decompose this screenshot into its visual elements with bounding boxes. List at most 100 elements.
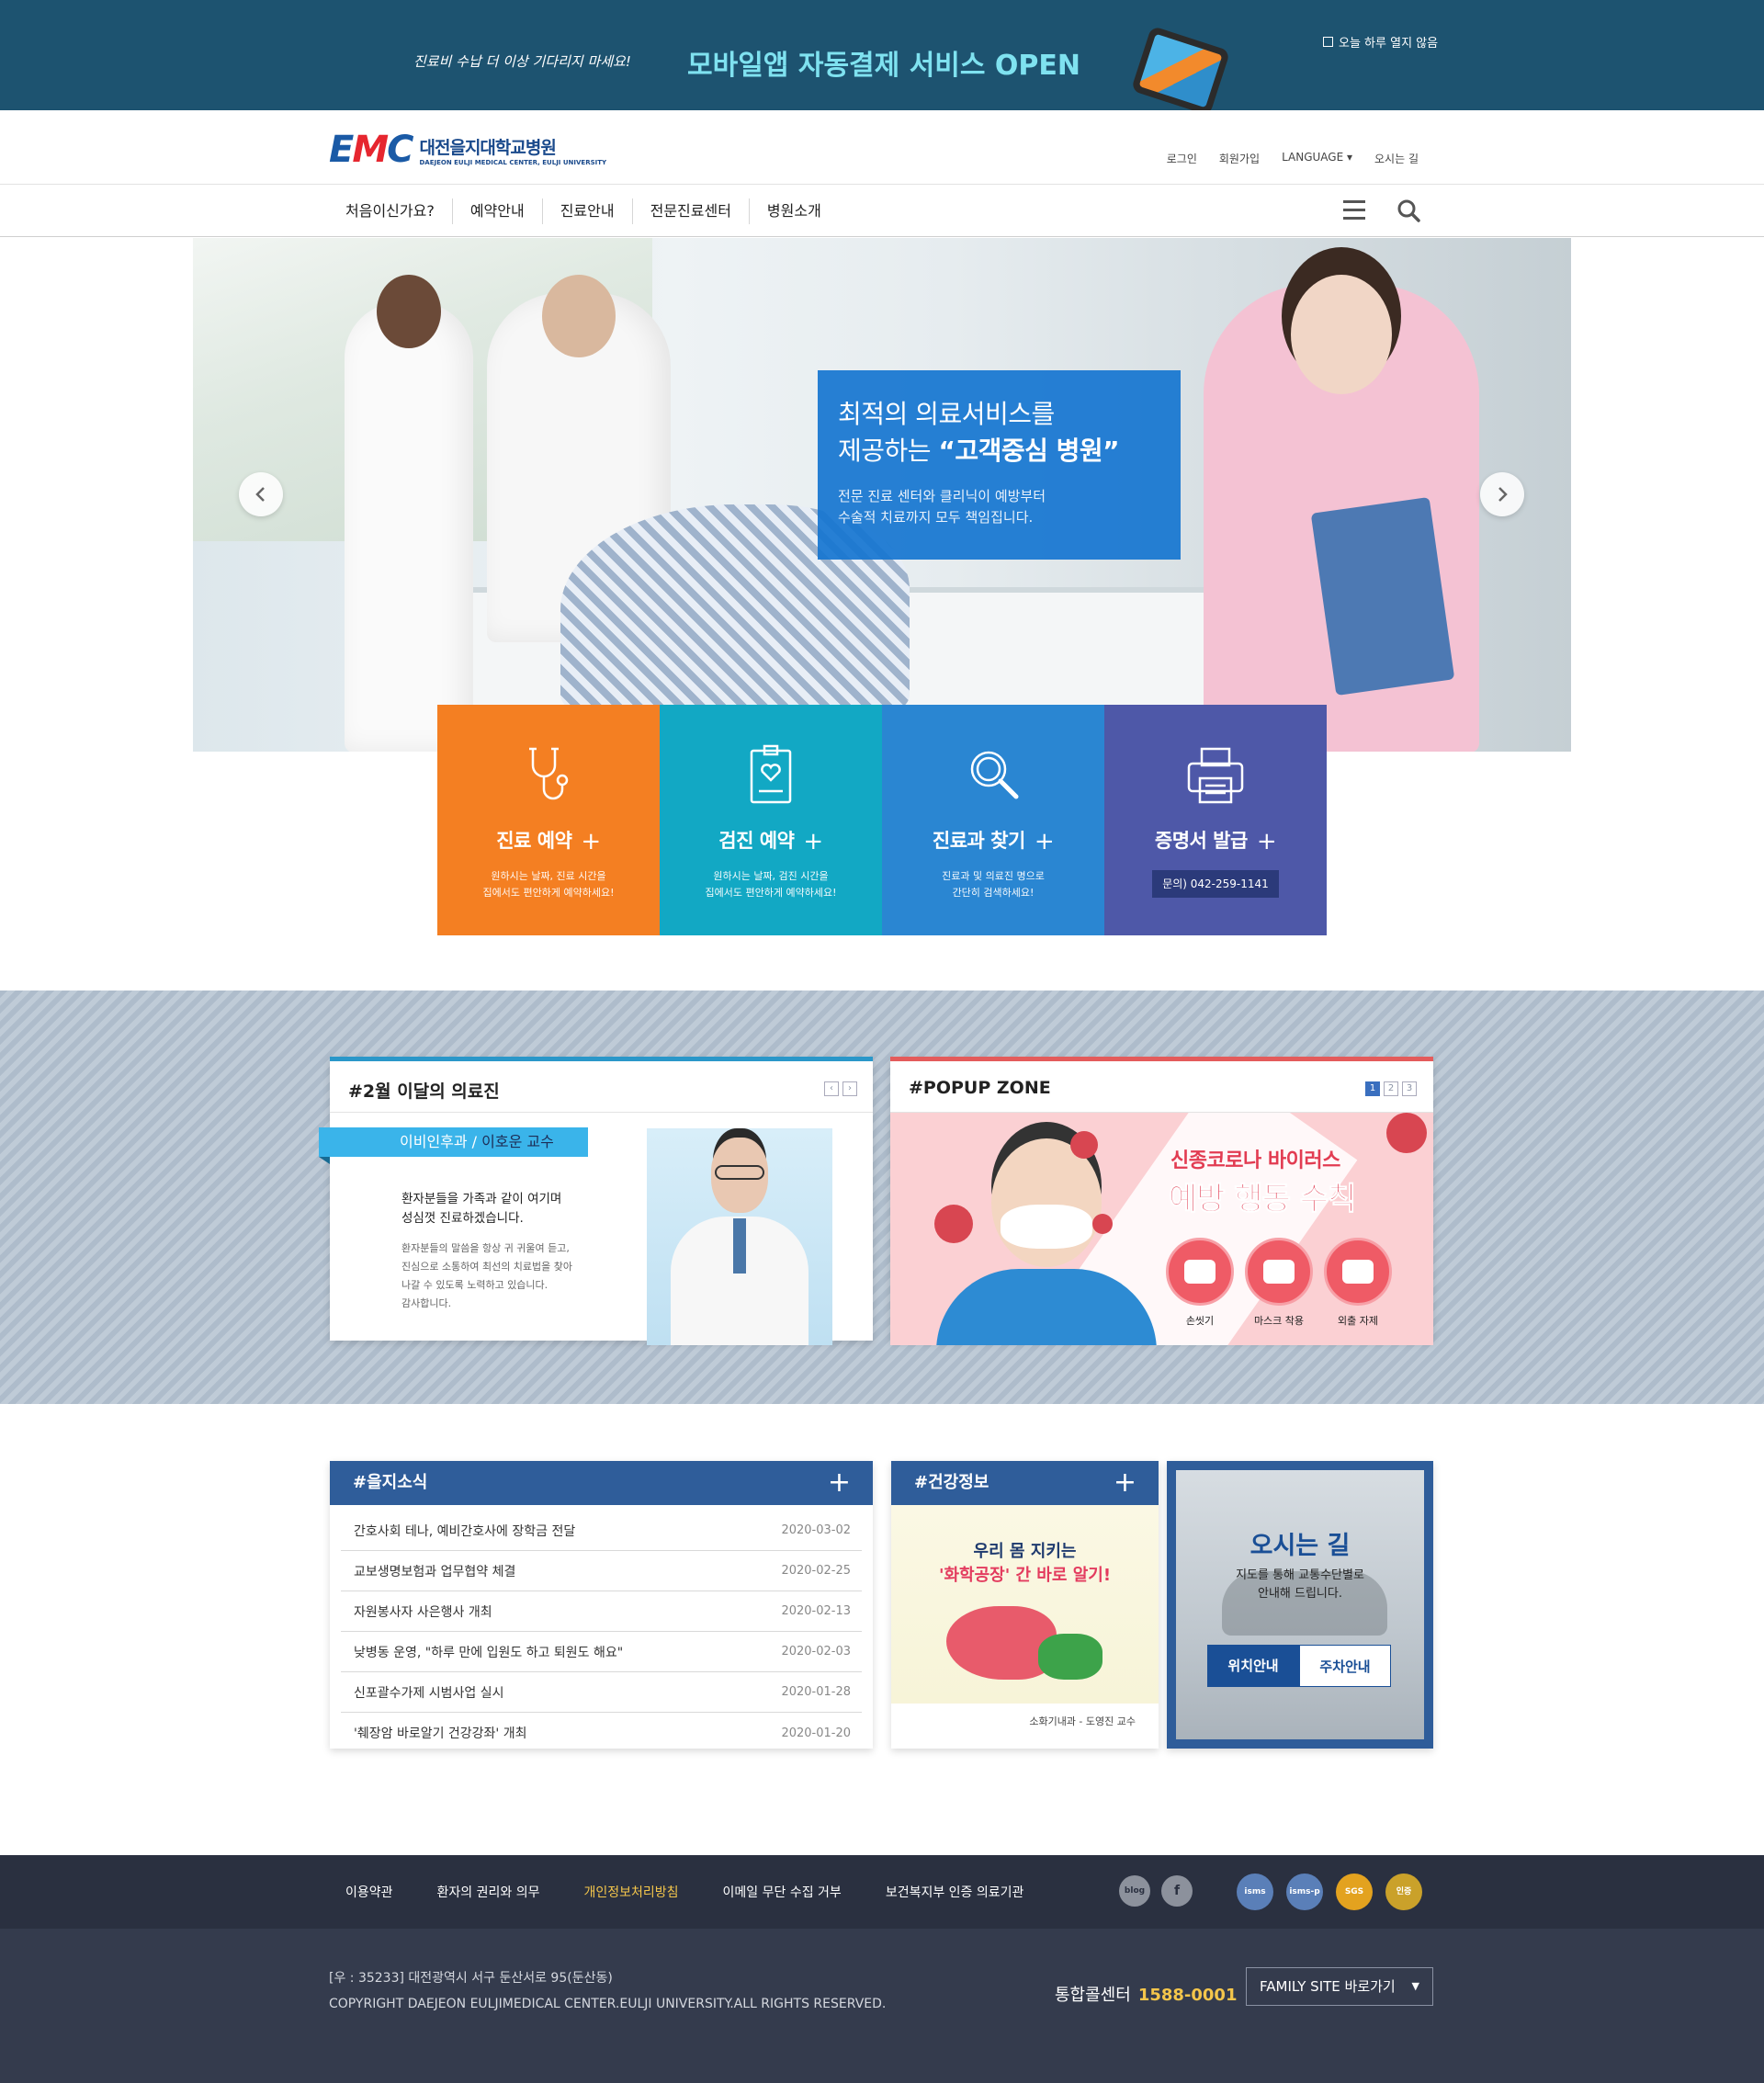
- facebook-icon[interactable]: f: [1161, 1875, 1193, 1907]
- news-item[interactable]: 자원봉사자 사은행사 개최 2020-02-13: [341, 1591, 862, 1632]
- hero-title-line1: 최적의 의료서비스를: [838, 399, 1055, 429]
- news-header: #을지소식 +: [330, 1461, 873, 1505]
- footer-link-terms[interactable]: 이용약관: [345, 1883, 393, 1901]
- nav-item-reservation[interactable]: 예약안내: [451, 198, 542, 224]
- tip-label: 손씻기: [1185, 1315, 1215, 1327]
- popup-zone-card: #POPUP ZONE 1 2 3 신종코로나 바이러스 예방 행동 수칙 손씻…: [890, 1057, 1433, 1345]
- join-link[interactable]: 회원가입: [1219, 151, 1260, 166]
- news-item[interactable]: 간호사회 테나, 예비간호사에 장학금 전달 2020-03-02: [341, 1511, 862, 1551]
- phone-image: [1130, 25, 1231, 117]
- parking-button[interactable]: 주차안내: [1299, 1645, 1391, 1687]
- news-text: 자원봉사자 사은행사 개최: [354, 1604, 492, 1620]
- health-info-box: #건강정보 + 우리 몸 지키는 '화학공장' 간 바로 알기! 소화기내과 -…: [891, 1461, 1159, 1749]
- search-icon[interactable]: [1396, 198, 1420, 222]
- directions-title: 오시는 길: [1250, 1532, 1351, 1560]
- logo-mark: EMC: [329, 129, 413, 171]
- menu-icon[interactable]: [1343, 200, 1365, 221]
- message-line: 환자분들의 말씀을 항상 귀 귀울여 듣고,: [401, 1242, 570, 1254]
- doctor-photo[interactable]: [647, 1128, 832, 1345]
- footer-link-privacy[interactable]: 개인정보처리방침: [583, 1883, 678, 1901]
- news-date: 2020-02-25: [781, 1564, 851, 1578]
- promo-lead: 진료비 수납 더 이상 기다리지 마세요!: [413, 53, 631, 70]
- footer-address: [우 : 35233] 대전광역시 서구 둔산서로 95(둔산동): [329, 1971, 613, 1986]
- quick-desc-line1: 진료과 및 의료진 명으로: [942, 870, 1045, 882]
- hero-slider: 최적의 의료서비스를 제공하는 “고객중심 병원” 전문 진료 센터와 클리닉이…: [193, 238, 1571, 752]
- covid-headline1: 신종코로나 바이러스: [1170, 1149, 1340, 1172]
- news-text: 낮병동 운영, "하루 만에 입원도 하고 퇴원도 해요": [354, 1645, 624, 1660]
- news-item[interactable]: 낮병동 운영, "하루 만에 입원도 하고 퇴원도 해요" 2020-02-03: [341, 1632, 862, 1672]
- covid-tips: 손씻기 마스크 착용 외출 자제: [1166, 1238, 1392, 1328]
- call-center: 통합콜센터 1588-0001: [1055, 1982, 1237, 2006]
- news-date: 2020-03-02: [781, 1523, 851, 1537]
- doctor-of-month-card: #2월 이달의 의료진 ‹ › 이비인후과 / 이호운 교수 환자분들을 가족과…: [319, 1057, 873, 1345]
- message-line: 감사합니다.: [401, 1297, 452, 1309]
- vegetables-illustration: [1038, 1634, 1102, 1680]
- prev-arrow-icon[interactable]: ‹: [824, 1081, 839, 1096]
- blog-icon[interactable]: blog: [1119, 1875, 1150, 1907]
- hero-next-button[interactable]: [1480, 472, 1524, 516]
- header: EMC 대전을지대학교병원 DAEJEON EULJI MEDICAL CENT…: [0, 110, 1764, 185]
- nav-item-centers[interactable]: 전문진료센터: [631, 198, 749, 224]
- virus-icon: [1070, 1131, 1098, 1159]
- nav-item-about[interactable]: 병원소개: [748, 198, 839, 224]
- news-title: #을지소식: [353, 1473, 428, 1492]
- news-item[interactable]: 신포괄수가제 시범사업 실시 2020-01-28: [341, 1672, 862, 1713]
- more-plus-icon[interactable]: +: [828, 1461, 851, 1505]
- quick-title: 진료 예약: [496, 830, 572, 852]
- health-title: #건강정보: [914, 1473, 989, 1492]
- quote-line1: 환자분들을 가족과 같이 여기며: [401, 1192, 562, 1206]
- virus-icon: [934, 1205, 973, 1243]
- footer-link-certified[interactable]: 보건복지부 인증 의료기관: [886, 1883, 1024, 1901]
- login-link[interactable]: 로그인: [1167, 151, 1197, 166]
- more-plus-icon[interactable]: +: [1114, 1461, 1136, 1505]
- covid-banner[interactable]: 신종코로나 바이러스 예방 행동 수칙 손씻기 마스크 착용 외출 자제: [890, 1113, 1433, 1345]
- directions-link[interactable]: 오시는 길: [1374, 151, 1419, 166]
- quick-checkup-reservation[interactable]: 검진 예약 + 원하시는 날짜, 검진 시간을 집에서도 편안하게 예약하세요!: [660, 705, 882, 935]
- news-item[interactable]: '췌장암 바로알기 건강강좌' 개최 2020-01-20: [341, 1713, 862, 1753]
- quick-title: 증명서 발급: [1154, 830, 1248, 852]
- family-site-select[interactable]: FAMILY SITE 바로가기 ▼: [1246, 1967, 1433, 2006]
- quote-line2: 성심껏 진료하겠습니다.: [401, 1211, 524, 1226]
- promo-banner[interactable]: 진료비 수납 더 이상 기다리지 마세요! 모바일앱 자동결제 서비스 OPEN…: [0, 0, 1764, 117]
- next-arrow-icon[interactable]: ›: [842, 1081, 857, 1096]
- news-date: 2020-02-03: [781, 1645, 851, 1658]
- card-title: #2월 이달의 의료진: [348, 1081, 500, 1102]
- directions-desc: 지도를 통해 교통수단별로 안내해 드립니다.: [1176, 1567, 1424, 1603]
- nav-item-treatment[interactable]: 진료안내: [541, 198, 632, 224]
- hero-prev-button[interactable]: [239, 472, 283, 516]
- nav-item-first-visit[interactable]: 처음이신가요?: [329, 198, 452, 224]
- hero-doctor-female: [345, 275, 473, 752]
- doctor-quote: 환자분들을 가족과 같이 여기며 성심껏 진료하겠습니다.: [401, 1190, 561, 1228]
- footer-link-patient-rights[interactable]: 환자의 권리와 의무: [437, 1883, 540, 1901]
- health-header: #건강정보 +: [891, 1461, 1159, 1505]
- quick-certificate[interactable]: 증명서 발급 + 문의) 042-259-1141: [1104, 705, 1327, 935]
- quick-clinic-reservation[interactable]: 진료 예약 + 원하시는 날짜, 진료 시간을 집에서도 편안하게 예약하세요!: [437, 705, 660, 935]
- location-button[interactable]: 위치안내: [1207, 1645, 1299, 1687]
- popup-page-2[interactable]: 2: [1384, 1081, 1398, 1096]
- hero-copy-box: 최적의 의료서비스를 제공하는 “고객중심 병원” 전문 진료 센터와 클리닉이…: [818, 370, 1181, 560]
- logo-text-kr: 대전을지대학교병원: [419, 137, 557, 158]
- quick-desc-line2: 집에서도 편안하게 예약하세요!: [705, 887, 837, 899]
- popup-page-3[interactable]: 3: [1402, 1081, 1417, 1096]
- news-item[interactable]: 교보생명보험과 업무협약 체결 2020-02-25: [341, 1551, 862, 1591]
- quick-find-department[interactable]: 진료과 찾기 + 진료과 및 의료진 명으로 간단히 검색하세요!: [882, 705, 1104, 935]
- footer-link-email-refusal[interactable]: 이메일 무단 수집 거부: [723, 1883, 842, 1901]
- language-dropdown[interactable]: LANGUAGE ▾: [1282, 151, 1352, 166]
- hero-nurse: [1204, 275, 1479, 752]
- tip-label: 마스크 착용: [1253, 1315, 1305, 1327]
- quick-desc-line2: 집에서도 편안하게 예약하세요!: [482, 887, 615, 899]
- directions-box: 오시는 길 지도를 통해 교통수단별로 안내해 드립니다. 위치안내 주차안내: [1167, 1461, 1433, 1749]
- directions-desc-line2: 안내해 드립니다.: [1258, 1587, 1342, 1601]
- promo-headline: 모바일앱 자동결제 서비스 OPEN: [687, 50, 1081, 82]
- plus-icon: +: [1256, 828, 1277, 855]
- close-today-checkbox[interactable]: 오늘 하루 열지 않음: [1323, 33, 1438, 51]
- card-title: #POPUP ZONE: [909, 1078, 1051, 1098]
- health-article-image[interactable]: 우리 몸 지키는 '화학공장' 간 바로 알기!: [891, 1505, 1159, 1704]
- tip-label: 외출 자제: [1338, 1315, 1378, 1327]
- popup-page-1[interactable]: 1: [1365, 1081, 1380, 1096]
- quick-menu: 진료 예약 + 원하시는 날짜, 진료 시간을 집에서도 편안하게 예약하세요! 검…: [437, 705, 1327, 935]
- isms-p-cert-icon: isms-p: [1286, 1874, 1323, 1910]
- clipboard-heart-icon: [750, 744, 792, 804]
- footer-links-bar: 이용약관 환자의 권리와 의무 개인정보처리방침 이메일 무단 수집 거부 보건…: [0, 1855, 1764, 1929]
- logo[interactable]: EMC 대전을지대학교병원 DAEJEON EULJI MEDICAL CENT…: [329, 129, 606, 171]
